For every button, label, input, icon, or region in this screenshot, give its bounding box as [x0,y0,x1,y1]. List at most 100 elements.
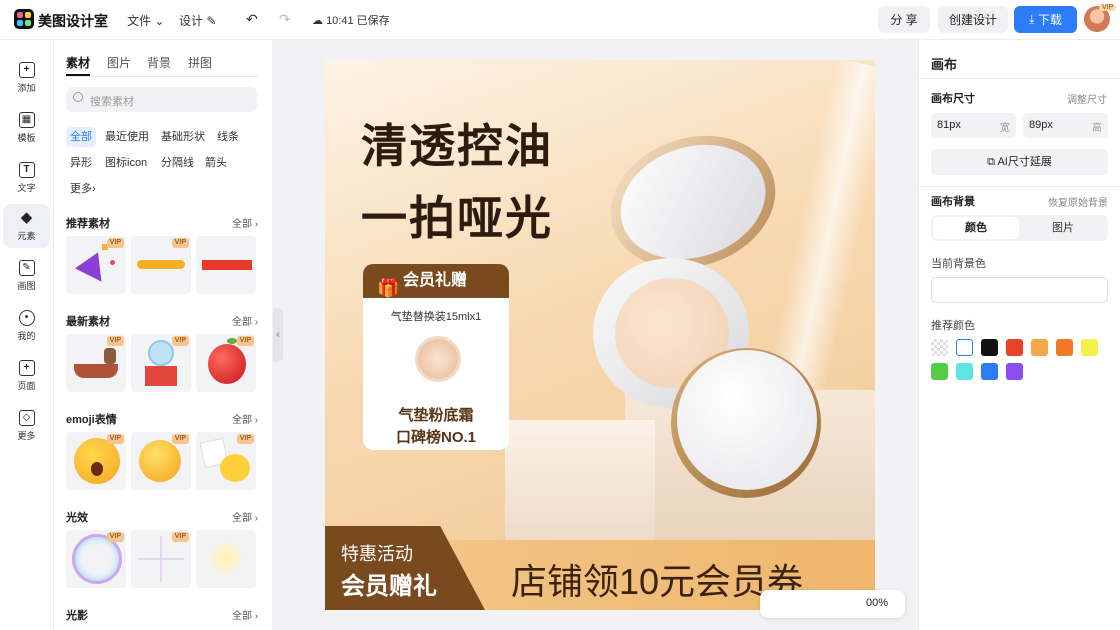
rail-item-template[interactable]: ▦ 模板 [3,106,50,150]
tab-backgrounds[interactable]: 背景 [147,54,171,71]
chip-basic-shapes[interactable]: 基础形状 [157,127,209,147]
rail-item-mine[interactable]: • 我的 [3,304,50,348]
seg-image[interactable]: 图片 [1020,217,1106,239]
gift-icon: 🎁 [377,278,400,298]
gift-box-shape [145,366,177,386]
rail-item-page[interactable]: + 页面 [3,354,50,398]
app-logo-icon[interactable] [14,9,34,29]
section-all-link[interactable]: 全部 › [232,607,258,622]
width-value: 81px [937,119,961,131]
swatch-green[interactable] [931,363,948,380]
gift-card-header: 🎁 会员礼赠 [363,264,509,298]
chip-arrows[interactable]: 箭头 [201,153,231,173]
section-title-light-shadow: 光影 [66,610,88,622]
asset-thumb-glow[interactable] [196,530,256,588]
chip-recent[interactable]: 最近使用 [101,127,153,147]
vip-badge: VIP [171,532,189,542]
section-all-label: 全部 [232,415,252,426]
width-field[interactable]: 81px 宽 [931,113,1016,138]
promo-small-text[interactable]: 特惠活动 [341,540,413,566]
design-canvas[interactable]: 清透控油 一拍哑光 🎁 会员礼赠 气垫替换装15mlx1 气垫粉底霜 口碑榜NO… [325,60,875,610]
asset-thumb-bubble[interactable]: VIP [66,530,126,588]
vip-badge: VIP [106,336,124,346]
asset-thumb-emoji-think[interactable]: VIP [131,432,191,490]
chip-more[interactable]: 更多› [66,179,100,199]
chip-lines[interactable]: 线条 [213,127,243,147]
snow-globe-shape [148,340,174,366]
rail-item-text[interactable]: T 文字 [3,156,50,200]
swatch-transparent[interactable] [931,339,948,356]
gift-subtitle: 气垫替换装15mlx1 [390,311,482,323]
app-name[interactable]: 美图设计室 [38,11,108,31]
asset-thumb-apple[interactable]: VIP [196,334,256,392]
section-all-label: 全部 [232,611,252,622]
seg-color[interactable]: 颜色 [933,217,1019,239]
section-all-link[interactable]: 全部 › [232,313,258,328]
swatch-white[interactable] [956,339,973,356]
chevron-right-icon: › [92,183,96,195]
height-field[interactable]: 89px 高 [1023,113,1108,138]
rail-item-more[interactable]: ◇ 更多 [3,404,50,448]
undo-icon[interactable]: ↶ [246,11,258,28]
tab-images[interactable]: 图片 [107,54,131,71]
vip-badge: VIP [106,238,124,248]
poster-title-line2[interactable]: 一拍哑光 [361,182,553,248]
rail-item-add[interactable]: + 添加 [3,56,50,100]
promo-big-text[interactable]: 会员赠礼 [341,566,437,601]
download-button[interactable]: ⤓ 下载 [1014,6,1077,33]
rail-item-draw[interactable]: ✎ 画图 [3,254,50,298]
swatch-blue[interactable] [981,363,998,380]
asset-thumb-gift-globe[interactable]: VIP [131,334,191,392]
rail-label: 我的 [17,331,36,341]
asset-thumb-party-popper[interactable]: VIP [66,236,126,294]
zoom-control[interactable]: 00% [760,590,905,618]
section-all-link[interactable]: 全部 › [232,411,258,426]
section-all-link[interactable]: 全部 › [232,509,258,524]
asset-thumb-red-bar[interactable] [196,236,256,294]
chip-icons[interactable]: 图标icon [101,153,151,173]
chevron-left-icon: ‹ [276,329,280,340]
resize-link[interactable]: 调整尺寸 [1067,91,1107,106]
menu-file[interactable]: 文件 ⌄ [127,12,164,29]
gift-card[interactable]: 🎁 会员礼赠 气垫替换装15mlx1 气垫粉底霜 口碑榜NO.1 [363,264,509,450]
search-icon [73,92,83,102]
ai-expand-button[interactable]: ⧉ AI尺寸延展 [931,149,1108,175]
sleigh-shape [74,364,118,378]
swatch-red[interactable] [1006,339,1023,356]
current-bg-color-field[interactable] [931,277,1108,303]
menu-design[interactable]: 设计 ✎ [179,12,216,29]
search-input[interactable]: 搜索素材 [66,87,257,112]
asset-thumb-emoji-checklist[interactable]: VIP [196,432,256,490]
chip-dividers[interactable]: 分隔线 [157,153,198,173]
swatch-purple[interactable] [1006,363,1023,380]
tab-collage[interactable]: 拼图 [188,54,212,71]
share-button[interactable]: 分 享 [878,6,930,33]
swatch-cyan[interactable] [956,363,973,380]
section-all-link[interactable]: 全部 › [232,215,258,230]
tab-materials[interactable]: 素材 [66,54,90,71]
collapse-panel-handle[interactable]: ‹ [273,308,283,362]
restore-bg-link[interactable]: 恢复原始背景 [1048,194,1108,209]
swatch-yellow[interactable] [1081,339,1098,356]
swatch-orange[interactable] [1056,339,1073,356]
create-design-button[interactable]: 创建设计 [938,6,1008,33]
swatch-black[interactable] [981,339,998,356]
asset-thumb-sparkle[interactable]: VIP [131,530,191,588]
chip-irregular[interactable]: 异形 [66,153,96,173]
divider [919,78,1120,79]
save-status: ☁ 10:41 已保存 [312,12,390,28]
poster-title-line1[interactable]: 清透控油 [361,110,553,176]
apple-shape [208,344,246,384]
plus-icon: + [18,62,35,78]
emoji-face-shape [74,438,120,484]
swatch-light-orange[interactable] [1031,339,1048,356]
mini-compact-shape [415,336,461,382]
template-icon: ▦ [18,112,35,128]
asset-thumb-sleigh[interactable]: VIP [66,334,126,392]
redo-icon[interactable]: ↷ [279,11,291,28]
chip-all[interactable]: 全部 [66,127,96,147]
rail-item-elements[interactable]: ◆ 元素 [3,204,50,248]
rail-label: 更多 [17,431,36,441]
asset-thumb-brush-stroke[interactable]: VIP [131,236,191,294]
asset-thumb-emoji-fear[interactable]: VIP [66,432,126,490]
